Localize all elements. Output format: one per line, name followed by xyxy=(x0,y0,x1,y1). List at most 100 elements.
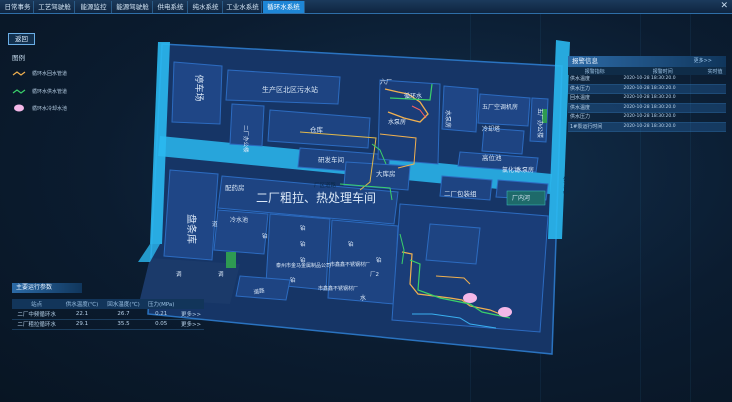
alarm-cell-time: 2020-10-28 18:30:20.0 xyxy=(621,122,704,132)
alarm-cell-name: 1#泵运行时间 xyxy=(568,122,622,132)
legend-item-cooling-pool: 循环水冷却水池 xyxy=(12,104,67,112)
svg-text:五厂空调机房: 五厂空调机房 xyxy=(482,103,518,111)
supply-pipe-icon xyxy=(12,88,26,94)
alarm-cell-time: 2020-10-28 18:30:20.0 xyxy=(621,84,704,94)
svg-text:五厂办公楼: 五厂办公楼 xyxy=(536,108,544,138)
svg-text:铂: 铂 xyxy=(300,256,306,264)
alarm-cell-time: 2020-10-28 18:30:20.0 xyxy=(621,112,704,123)
alarm-row[interactable]: 1#泵运行时间 2020-10-28 18:30:20.0 xyxy=(568,122,726,132)
tab-0[interactable]: 日常事务 xyxy=(2,1,34,13)
alarm-cell-value xyxy=(703,75,726,85)
svg-text:市鑫鑫不锈钢材厂: 市鑫鑫不锈钢材厂 xyxy=(330,261,370,268)
column-header: 站点 xyxy=(12,299,62,309)
svg-text:厂内河: 厂内河 xyxy=(512,194,530,202)
param-cell-return: 35.5 xyxy=(102,319,145,330)
svg-text:高位池: 高位池 xyxy=(482,153,502,162)
tab-2[interactable]: 能源监控 xyxy=(76,1,112,13)
svg-text:盘条库: 盘条库 xyxy=(185,214,198,244)
tab-4[interactable]: 供电系统 xyxy=(154,1,188,13)
svg-text:大库房: 大库房 xyxy=(376,169,396,178)
params-panel: 主要运行参数 站点 供水温度(℃) 回水温度(℃) 压力(MPa) 二厂中频循环… xyxy=(12,283,204,330)
alarm-cell-value xyxy=(703,112,726,123)
svg-text:六厂: 六厂 xyxy=(380,78,392,86)
tab-3[interactable]: 能源驾驶舱 xyxy=(113,1,153,13)
alarm-row[interactable]: 回水温度 2020-10-28 18:30:20.0 xyxy=(568,93,726,104)
legend-title: 图例 xyxy=(12,54,25,62)
top-nav: ✕ 日常事务 工艺驾驶舱 能源监控 能源驾驶舱 供电系统 纯水系统 工业水系统 循环水系统 xyxy=(0,0,732,14)
svg-text:调: 调 xyxy=(218,270,224,278)
alarm-cell-name: 供水温度 xyxy=(568,75,622,85)
alarm-panel: 报警信息 更多>> 报警指标 报警时间 实时值 供水温度 2020-10-28 1… xyxy=(568,56,726,176)
svg-text:厂区道路: 厂区道路 xyxy=(314,181,337,189)
more-link[interactable]: 更多>> xyxy=(178,319,204,330)
alarm-cell-time: 2020-10-28 18:30:20.0 xyxy=(621,103,704,113)
param-cell-site: 二厂粗拉循环水 xyxy=(12,319,62,330)
param-cell-supply: 29.1 xyxy=(61,319,103,330)
alarm-cell-value xyxy=(703,122,726,132)
param-cell-pressure: 0.05 xyxy=(144,319,179,330)
svg-text:市鑫鑫不锈钢材厂: 市鑫鑫不锈钢材厂 xyxy=(318,285,358,292)
cooling-pool-icon xyxy=(14,104,24,112)
svg-text:仓库: 仓库 xyxy=(310,125,324,134)
svg-text:冷水池: 冷水池 xyxy=(230,216,248,224)
column-header: 回水温度(℃) xyxy=(102,299,145,309)
tab-5[interactable]: 纯水系统 xyxy=(189,1,223,13)
svg-text:铂: 铂 xyxy=(300,224,306,232)
column-header: 报警时间 xyxy=(621,67,704,75)
legend-item-supply-pipe: 循环水供水管道 xyxy=(12,88,67,95)
svg-text:研发车间: 研发车间 xyxy=(318,155,344,164)
alarm-more-link[interactable]: 更多>> xyxy=(694,56,712,67)
alarm-row[interactable]: 供水温度 2020-10-28 18:30:20.0 xyxy=(568,103,726,113)
svg-text:二厂粗拉、热处理车间: 二厂粗拉、热处理车间 xyxy=(256,190,376,205)
tab-6[interactable]: 工业水系统 xyxy=(224,1,262,13)
svg-text:配药房: 配药房 xyxy=(225,183,245,192)
alarm-cell-name: 供水压力 xyxy=(568,112,622,123)
alarm-cell-name: 供水温度 xyxy=(568,103,622,113)
more-link[interactable]: 更多>> xyxy=(178,309,204,320)
tab-7[interactable]: 循环水系统 xyxy=(263,1,305,13)
svg-text:循环水: 循环水 xyxy=(404,92,422,100)
legend-item-return-pipe: 循环水回水管道 xyxy=(12,70,67,77)
svg-text:道: 道 xyxy=(212,220,218,228)
alarm-row[interactable]: 供水压力 2020-10-28 18:30:20.0 xyxy=(568,84,726,94)
alarm-row[interactable]: 供水压力 2020-10-28 18:30:20.0 xyxy=(568,112,726,123)
column-header: 实时值 xyxy=(703,67,726,75)
svg-text:冷却塔: 冷却塔 xyxy=(482,125,500,133)
alarm-cell-value xyxy=(703,84,726,94)
return-pipe-icon xyxy=(12,70,26,76)
svg-text:水泵房: 水泵房 xyxy=(516,166,534,174)
svg-text:泰州路: 泰州路 xyxy=(562,176,570,194)
svg-text:铂: 铂 xyxy=(300,240,306,248)
param-row: 二厂中频循环水 22.1 26.7 0.21 更多>> xyxy=(12,309,204,320)
svg-text:二厂办公楼: 二厂办公楼 xyxy=(242,125,250,153)
close-icon[interactable]: ✕ xyxy=(720,0,728,13)
svg-text:调: 调 xyxy=(176,270,182,278)
alarm-cell-value xyxy=(703,93,726,104)
svg-text:停车场: 停车场 xyxy=(193,74,205,101)
back-button[interactable]: 返回 xyxy=(8,33,35,45)
column-header xyxy=(178,299,204,309)
svg-text:铂: 铂 xyxy=(348,240,354,248)
alarm-cell-time: 2020-10-28 18:30:20.0 xyxy=(621,93,704,104)
svg-text:水: 水 xyxy=(360,294,366,302)
svg-text:厂2: 厂2 xyxy=(370,271,379,278)
svg-text:铂: 铂 xyxy=(376,256,382,264)
alarm-panel-title: 报警信息 xyxy=(572,57,598,65)
alarm-panel-header: 报警信息 更多>> xyxy=(568,56,726,67)
column-header: 供水温度(℃) xyxy=(61,299,103,309)
svg-text:铂: 铂 xyxy=(290,276,296,284)
column-header: 报警指标 xyxy=(568,67,622,75)
svg-text:水泵房: 水泵房 xyxy=(388,118,406,126)
param-row: 二厂粗拉循环水 29.1 35.5 0.05 更多>> xyxy=(12,319,204,330)
alarm-row[interactable]: 供水温度 2020-10-28 18:30:20.0 xyxy=(568,75,726,85)
param-cell-supply: 22.1 xyxy=(61,309,103,320)
tab-1[interactable]: 工艺驾驶舱 xyxy=(35,1,75,13)
svg-text:铂: 铂 xyxy=(262,232,268,240)
alarm-cell-name: 供水压力 xyxy=(568,84,622,94)
svg-text:二厂包装组: 二厂包装组 xyxy=(444,189,477,198)
alarm-table: 报警指标 报警时间 实时值 供水温度 2020-10-28 18:30:20.0 供… xyxy=(568,67,726,132)
svg-text:水泵房: 水泵房 xyxy=(444,110,452,128)
param-cell-pressure: 0.21 xyxy=(144,309,179,320)
alarm-cell-name: 回水温度 xyxy=(568,93,622,104)
param-cell-site: 二厂中频循环水 xyxy=(12,309,62,320)
